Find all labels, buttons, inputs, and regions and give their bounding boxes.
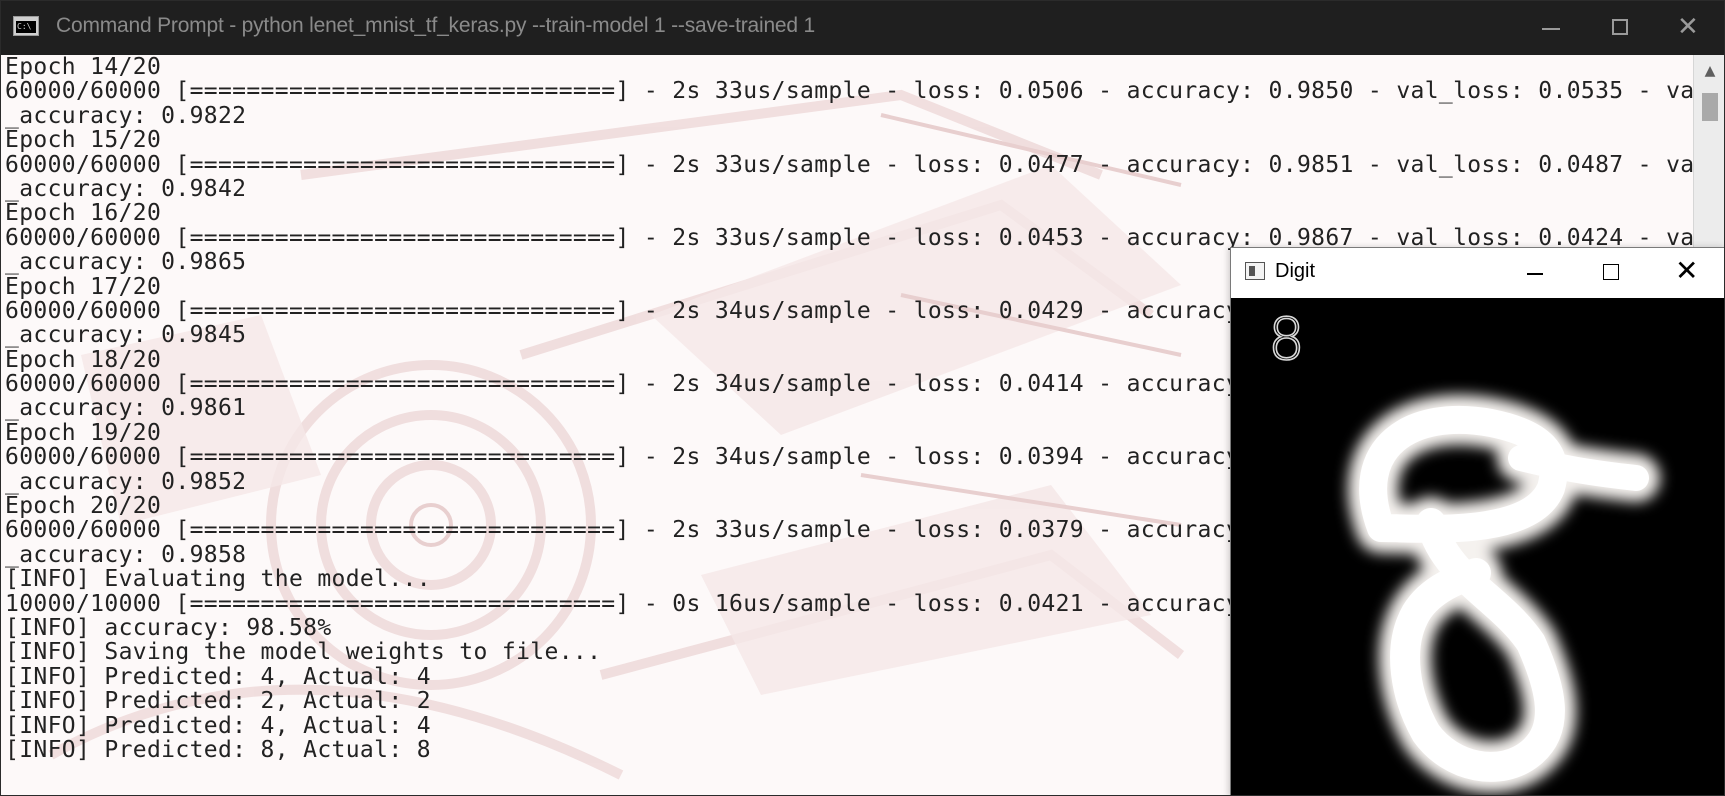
digit-image-window: Digit ✕ 8: [1230, 247, 1724, 795]
image-window-icon[interactable]: [1245, 262, 1265, 280]
window-title: Command Prompt - python lenet_mnist_tf_k…: [56, 14, 815, 37]
minimize-button[interactable]: [1515, 1, 1585, 55]
close-button[interactable]: ✕: [1655, 1, 1724, 55]
maximize-icon: [1612, 19, 1628, 35]
maximize-icon: [1603, 264, 1619, 280]
minimize-icon: [1542, 28, 1560, 30]
scrollbar-thumb[interactable]: [1702, 93, 1718, 121]
command-prompt-titlebar[interactable]: C:\ Command Prompt - python lenet_mnist_…: [1, 1, 1724, 55]
handwritten-digit-image: [1348, 394, 1660, 793]
digit-minimize-button[interactable]: [1497, 248, 1573, 298]
maximize-button[interactable]: [1585, 1, 1655, 55]
console-line: Epoch 15/20: [5, 127, 162, 154]
console-app-icon-text: C:\: [16, 21, 36, 33]
image-window-icon-mark: [1249, 266, 1255, 276]
console-app-icon[interactable]: C:\: [13, 16, 39, 36]
console-line: 60000/60000 [===========================…: [5, 78, 1693, 105]
digit-image-canvas: 8: [1231, 298, 1724, 795]
digit-maximize-button[interactable]: [1573, 248, 1649, 298]
scroll-up-arrow-icon[interactable]: ▲: [1694, 55, 1724, 87]
console-line: _accuracy: 0.9842: [5, 175, 247, 202]
digit-close-button[interactable]: ✕: [1649, 248, 1724, 298]
console-line: 60000/60000 [===========================…: [5, 151, 1693, 178]
close-icon: ✕: [1677, 12, 1699, 42]
console-line: Epoch 16/20: [5, 200, 162, 227]
digit-window-title: Digit: [1275, 260, 1316, 282]
console-line: _accuracy: 0.9822: [5, 102, 247, 129]
close-icon: ✕: [1675, 254, 1699, 287]
console-line: Epoch 14/20: [5, 55, 162, 80]
command-prompt-window: C:\ Command Prompt - python lenet_mnist_…: [0, 0, 1725, 796]
digit-window-titlebar[interactable]: Digit ✕: [1231, 248, 1724, 298]
predicted-digit-label: 8: [1267, 304, 1306, 374]
minimize-icon: [1527, 273, 1543, 275]
